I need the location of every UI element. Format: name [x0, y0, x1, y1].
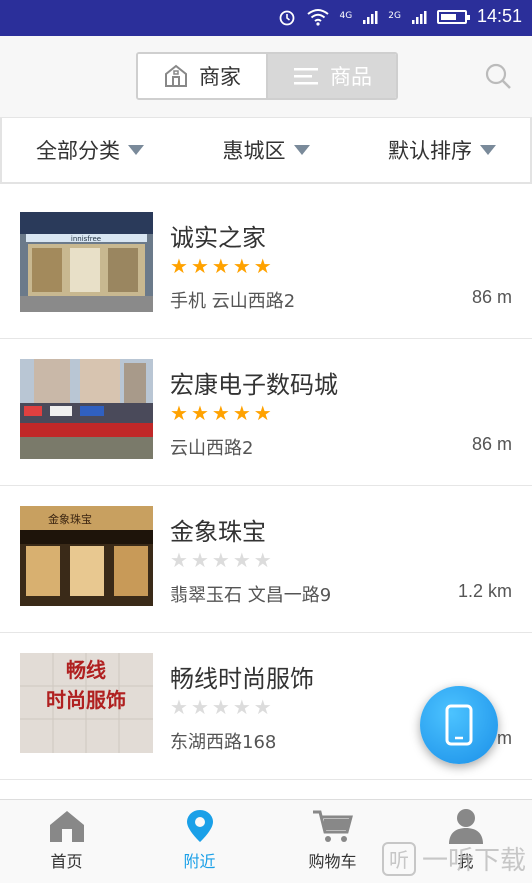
star-empty-icon: ★	[170, 548, 188, 572]
star-empty-icon: ★	[232, 548, 251, 572]
user-icon	[448, 809, 483, 844]
star-empty-icon: ★	[253, 548, 272, 572]
store-thumbnail: innisfree	[20, 212, 153, 312]
tab-nearby-label: 附近	[183, 852, 216, 871]
watermark-logo-icon: 听	[381, 841, 416, 876]
store-distance: 86 m	[471, 434, 512, 454]
caret-down-icon	[293, 145, 310, 155]
tab-products[interactable]: 商品	[266, 54, 396, 98]
store-item-1[interactable]: innisfree 诚实之家 ★ ★ ★ ★ ★ 手机 云山西路2 86 m	[0, 192, 532, 339]
store-name: 宏康电子数码城	[170, 371, 338, 399]
filter-bar: 全部分类 惠城区 默认排序	[0, 118, 532, 184]
home-icon	[49, 811, 84, 842]
rating-stars: ★ ★ ★ ★ ★	[170, 550, 272, 570]
filter-category[interactable]: 全部分类	[2, 118, 178, 182]
tab-nearby[interactable]: 附近	[133, 800, 266, 883]
store-name: 诚实之家	[170, 224, 266, 252]
tab-merchants[interactable]: 商家	[138, 54, 266, 98]
wifi-icon	[306, 8, 329, 26]
status-time: 14:51	[476, 6, 522, 26]
store-thumbnail	[20, 359, 153, 459]
rating-stars: ★ ★ ★ ★ ★	[170, 403, 272, 423]
star-empty-icon: ★	[170, 695, 188, 719]
store-name: 金象珠宝	[170, 518, 266, 546]
watermark: 听 一听下载	[381, 840, 526, 877]
tab-merchants-label: 商家	[199, 65, 241, 89]
star-empty-icon: ★	[232, 695, 251, 719]
location-pin-icon	[186, 810, 213, 842]
store-address: 手机 云山西路2	[170, 291, 296, 312]
network-type-1: 4G	[339, 11, 353, 21]
star-filled-icon: ★	[170, 401, 188, 425]
star-filled-icon: ★	[232, 254, 251, 278]
store-sign-line-2: 时尚服饰	[46, 688, 126, 712]
top-bar: 商家 商品	[0, 36, 532, 118]
watermark-text: 一听下载	[421, 846, 526, 876]
store-item-2[interactable]: 宏康电子数码城 ★ ★ ★ ★ ★ 云山西路2 86 m	[0, 339, 532, 486]
star-filled-icon: ★	[190, 254, 209, 278]
caret-down-icon	[128, 145, 144, 155]
signal-icon	[363, 10, 378, 24]
signal-icon-2	[411, 10, 427, 24]
network-type-2: 2G	[388, 11, 401, 21]
caret-down-icon	[480, 145, 496, 155]
filter-district-label: 惠城区	[222, 139, 286, 163]
tab-cart-label: 购物车	[308, 852, 357, 871]
star-empty-icon: ★	[211, 695, 230, 719]
tab-home[interactable]: 首页	[0, 800, 133, 883]
store-name: 畅线时尚服饰	[170, 665, 314, 693]
star-filled-icon: ★	[211, 254, 230, 278]
store-thumbnail: 畅线 时尚服饰	[20, 653, 153, 753]
store-address: 云山西路2	[170, 438, 254, 459]
list-icon	[294, 68, 318, 85]
filter-sort[interactable]: 默认排序	[354, 118, 530, 182]
store-distance: 1.2 km	[457, 581, 512, 601]
tab-cart[interactable]: 购物车	[266, 800, 399, 883]
store-sign-line-1: 畅线	[66, 658, 106, 682]
star-empty-icon: ★	[190, 695, 209, 719]
tab-products-label: 商品	[330, 65, 372, 89]
star-empty-icon: ★	[190, 548, 209, 572]
filter-district[interactable]: 惠城区	[178, 118, 354, 182]
star-filled-icon: ★	[170, 254, 188, 278]
merchant-product-toggle: 商家 商品	[136, 52, 398, 100]
star-filled-icon: ★	[232, 401, 251, 425]
rating-stars: ★ ★ ★ ★ ★	[170, 256, 272, 276]
tab-home-label: 首页	[50, 852, 83, 871]
star-filled-icon: ★	[190, 401, 209, 425]
store-address: 翡翠玉石 文昌一路9	[170, 585, 332, 606]
store-thumbnail: 金象珠宝	[20, 506, 153, 606]
star-filled-icon: ★	[253, 254, 272, 278]
bottom-tab-bar: 首页 附近 购物车 我 听 一听下载	[0, 799, 532, 883]
store-distance: 86 m	[471, 287, 512, 307]
star-empty-icon: ★	[253, 695, 272, 719]
store-item-3[interactable]: 金象珠宝 金象珠宝 ★ ★ ★ ★ ★ 翡翠玉石 文昌一路9 1.2 km	[0, 486, 532, 633]
store-sign-text: innisfree	[71, 235, 101, 243]
battery-icon	[436, 9, 470, 24]
store-distance: m	[497, 728, 512, 748]
phone-icon	[445, 704, 473, 746]
cart-icon	[312, 810, 353, 842]
store-address: 东湖西路168	[170, 732, 277, 753]
filter-sort-label: 默认排序	[388, 139, 472, 163]
rating-stars: ★ ★ ★ ★ ★	[170, 697, 272, 717]
phone-fab-button[interactable]	[420, 686, 498, 764]
shop-icon	[165, 64, 187, 87]
alarm-icon	[279, 10, 294, 25]
store-sign-text: 金象珠宝	[48, 512, 92, 526]
star-empty-icon: ★	[211, 548, 230, 572]
search-icon[interactable]	[484, 62, 514, 92]
star-filled-icon: ★	[253, 401, 272, 425]
status-bar: 4G 2G 14:51	[0, 0, 532, 36]
star-filled-icon: ★	[211, 401, 230, 425]
filter-category-label: 全部分类	[36, 139, 120, 163]
